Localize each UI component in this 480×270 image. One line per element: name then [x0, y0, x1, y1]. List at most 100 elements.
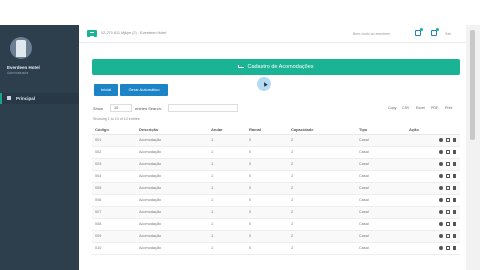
bell-icon[interactable]: [431, 28, 439, 36]
view-icon[interactable]: [439, 162, 443, 166]
table-cell: 1: [208, 146, 246, 159]
table-row: 006 Acomodação 1 0 2 Casal: [92, 194, 460, 207]
page-title: Cadastro de Acomodações: [92, 59, 460, 75]
column-header[interactable]: Tipo: [356, 125, 406, 135]
envelope-icon[interactable]: [415, 28, 423, 36]
gerar-automatico-button[interactable]: Gerar Automático: [120, 84, 168, 96]
table-cell: Casal: [356, 182, 406, 195]
edit-icon[interactable]: [446, 138, 450, 142]
column-header[interactable]: Descrição: [136, 125, 208, 135]
table-cell: 007: [92, 206, 136, 219]
table-cell: 1: [208, 182, 246, 195]
table-cell: Casal: [356, 170, 406, 183]
delete-icon[interactable]: [453, 246, 456, 250]
table-cell: 1: [208, 170, 246, 183]
view-icon[interactable]: [439, 246, 443, 250]
table-cell: 2: [288, 170, 356, 183]
sidebar-item-principal[interactable]: Principal: [0, 93, 79, 104]
search-label: entries Search:: [135, 106, 162, 111]
print-button[interactable]: Print: [445, 106, 452, 110]
table-cell: 1: [208, 230, 246, 243]
table-cell: 006: [92, 194, 136, 207]
edit-icon[interactable]: [446, 210, 450, 214]
entries-select[interactable]: 10: [110, 104, 132, 112]
row-actions: [406, 242, 460, 255]
edit-icon[interactable]: [446, 162, 450, 166]
column-header[interactable]: Andar: [208, 125, 246, 135]
delete-icon[interactable]: [453, 210, 456, 214]
delete-icon[interactable]: [453, 198, 456, 202]
row-actions: [406, 134, 460, 147]
table-row: 001 Acomodação 1 0 2 Casal: [92, 134, 460, 147]
row-actions: [406, 170, 460, 183]
column-header[interactable]: Ramal: [246, 125, 288, 135]
edit-icon[interactable]: [446, 174, 450, 178]
delete-icon[interactable]: [453, 174, 456, 178]
table-cell: 2: [288, 206, 356, 219]
menu-toggle-button[interactable]: [87, 30, 97, 37]
view-icon[interactable]: [439, 186, 443, 190]
table-cell: 003: [92, 158, 136, 171]
table-cell: 2: [288, 230, 356, 243]
table-cell: 0: [246, 194, 288, 207]
edit-icon[interactable]: [446, 222, 450, 226]
table-row: 003 Acomodação 1 0 2 Casal: [92, 158, 460, 171]
view-icon[interactable]: [439, 138, 443, 142]
delete-icon[interactable]: [453, 150, 456, 154]
table-cell: 1: [208, 134, 246, 147]
table-cell: 1: [208, 242, 246, 255]
view-icon[interactable]: [439, 150, 443, 154]
table-cell: Casal: [356, 134, 406, 147]
page-title-text: Cadastro de Acomodações: [247, 64, 314, 70]
view-icon[interactable]: [439, 234, 443, 238]
row-actions: [406, 206, 460, 219]
table-cell: Casal: [356, 158, 406, 171]
table-cell: Acomodação: [136, 218, 208, 231]
copy-button[interactable]: Copy: [388, 106, 396, 110]
delete-icon[interactable]: [453, 222, 456, 226]
table-cell: 0: [246, 146, 288, 159]
row-actions: [406, 218, 460, 231]
table-cell: 2: [288, 182, 356, 195]
pdf-button[interactable]: PDF: [431, 106, 438, 110]
inicial-button[interactable]: Inicial: [94, 84, 118, 96]
edit-icon[interactable]: [446, 186, 450, 190]
top-bar: 02-270 811 Mjbjm (2) - Everdeen Hotel Be…: [79, 25, 466, 43]
view-icon[interactable]: [439, 222, 443, 226]
table-row: 005 Acomodação 1 0 2 Casal: [92, 182, 460, 195]
column-header: Ação: [406, 125, 460, 135]
table-cell: Casal: [356, 218, 406, 231]
excel-button[interactable]: Excel: [416, 106, 425, 110]
edit-icon[interactable]: [446, 198, 450, 202]
page-title-banner: Cadastro de Acomodações: [92, 59, 460, 75]
table-cell: 1: [208, 206, 246, 219]
view-icon[interactable]: [439, 174, 443, 178]
delete-icon[interactable]: [453, 162, 456, 166]
delete-icon[interactable]: [453, 234, 456, 238]
column-header[interactable]: Código: [92, 125, 136, 135]
search-input[interactable]: [168, 104, 238, 112]
column-header[interactable]: Capacidade: [288, 125, 356, 135]
table-cell: Casal: [356, 242, 406, 255]
delete-icon[interactable]: [453, 138, 456, 142]
delete-icon[interactable]: [453, 186, 456, 190]
edit-icon[interactable]: [446, 150, 450, 154]
edit-icon[interactable]: [446, 246, 450, 250]
view-icon[interactable]: [439, 198, 443, 202]
edit-icon[interactable]: [446, 234, 450, 238]
logout-link[interactable]: Sair: [445, 32, 451, 36]
table-cell: 0: [246, 242, 288, 255]
csv-button[interactable]: CSV: [402, 106, 409, 110]
table-cell: 002: [92, 146, 136, 159]
table-cell: Casal: [356, 206, 406, 219]
table-cell: 010: [92, 242, 136, 255]
table-cell: 0: [246, 182, 288, 195]
table-cell: 001: [92, 134, 136, 147]
sidebar-item-label: Principal: [16, 95, 36, 101]
table-cell: 0: [246, 134, 288, 147]
view-icon[interactable]: [439, 210, 443, 214]
table-cell: Acomodação: [136, 146, 208, 159]
hotel-logo-avatar: [10, 37, 32, 59]
scrollbar-thumb[interactable]: [470, 30, 475, 140]
table-cell: Acomodação: [136, 206, 208, 219]
